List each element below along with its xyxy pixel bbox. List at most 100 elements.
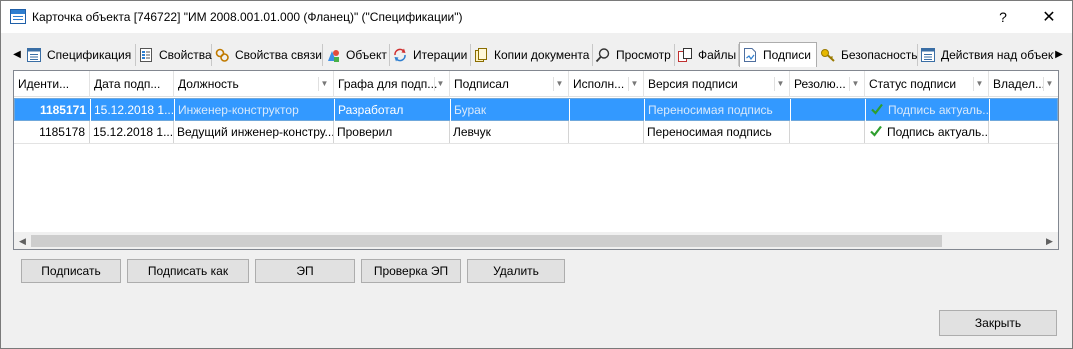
tab-strip: ◀ Спецификация Свойства Свойства связи О… <box>10 42 1064 67</box>
scroll-right-arrow-icon[interactable]: ▶ <box>1041 233 1058 250</box>
cell-executor <box>569 121 644 143</box>
tab-label: Копии документа <box>494 48 590 62</box>
sign-button[interactable]: Подписать <box>21 259 121 283</box>
sign-as-button[interactable]: Подписать как <box>127 259 249 283</box>
tab-object[interactable]: Объект <box>323 44 390 66</box>
table-row[interactable]: 1185178 15.12.2018 1... Ведущий инженер-… <box>14 121 1058 144</box>
filter-dropdown-icon[interactable]: ▼ <box>1043 77 1055 91</box>
cell-field: Разработал <box>335 99 451 121</box>
cell-status-text: Подпись актуаль... <box>887 125 989 139</box>
magnifier-icon <box>595 48 610 63</box>
filter-dropdown-icon[interactable]: ▼ <box>553 77 565 91</box>
column-header-position[interactable]: Должность ▼ <box>174 71 334 97</box>
filter-dropdown-icon[interactable]: ▼ <box>973 77 985 91</box>
column-header-label: Дата подп... <box>94 77 161 91</box>
column-header-label: Должность <box>178 77 239 91</box>
column-header-label: Иденти... <box>18 77 70 91</box>
column-header-label: Владел... <box>993 77 1045 91</box>
tab-preview[interactable]: Просмотр <box>593 44 675 66</box>
tab-label: Просмотр <box>616 48 671 62</box>
column-header-version[interactable]: Версия подписи ▼ <box>644 71 790 97</box>
tab-scroll-right-icon[interactable]: ▶ <box>1054 48 1064 62</box>
cell-resolution <box>791 99 866 121</box>
scroll-left-arrow-icon[interactable]: ◀ <box>14 233 31 250</box>
document-copies-icon <box>475 48 487 62</box>
column-header-field[interactable]: Графа для подп... ▼ <box>334 71 450 97</box>
tab-label: Действия над объект <box>941 48 1054 62</box>
horizontal-scrollbar[interactable]: ◀ ▶ <box>14 232 1058 249</box>
cell-status: Подпись актуаль... <box>865 121 989 143</box>
tab-label: Свойства связи <box>235 48 322 62</box>
check-icon <box>871 103 883 115</box>
column-header-date[interactable]: Дата подп... <box>90 71 174 97</box>
title-bar: Карточка объекта [746722] "ИМ 2008.001.0… <box>1 1 1072 33</box>
column-header-label: Резолю... <box>794 77 846 91</box>
tab-link-properties[interactable]: Свойства связи <box>212 44 323 66</box>
column-header-label: Подписал <box>454 77 509 91</box>
cell-owner <box>989 121 1058 143</box>
cell-position: Ведущий инженер-констру... <box>174 121 334 143</box>
cell-resolution <box>790 121 865 143</box>
object-icon <box>328 50 339 62</box>
cell-signer: Левчук <box>450 121 569 143</box>
filter-dropdown-icon[interactable]: ▼ <box>434 77 446 91</box>
iterations-icon <box>394 48 406 62</box>
column-header-id[interactable]: Иденти... <box>14 71 90 97</box>
tab-label: Файлы <box>698 48 737 62</box>
list-icon <box>27 48 41 62</box>
column-header-label: Графа для подп... <box>338 77 438 91</box>
files-icon <box>678 48 692 62</box>
grid-header: Иденти... Дата подп... Должность ▼ Графа… <box>14 71 1058 97</box>
column-header-owner[interactable]: Владел... ▼ <box>989 71 1058 97</box>
cell-executor <box>570 99 645 121</box>
signature-icon <box>744 48 756 62</box>
column-header-label: Версия подписи <box>648 77 738 91</box>
tab-label: Безопасность <box>841 48 918 62</box>
filter-dropdown-icon[interactable]: ▼ <box>628 77 640 91</box>
tab-document-copies[interactable]: Копии документа <box>471 44 593 66</box>
cell-position: Инженер-конструктор <box>175 99 335 121</box>
table-row[interactable]: 1185171 15.12.2018 1... Инженер-конструк… <box>14 98 1058 121</box>
tab-signatures[interactable]: Подписи <box>739 42 817 67</box>
tab-security[interactable]: Безопасность <box>818 44 918 66</box>
filter-dropdown-icon[interactable]: ▼ <box>774 77 786 91</box>
column-header-status[interactable]: Статус подписи ▼ <box>865 71 989 97</box>
tab-specification[interactable]: Спецификация <box>24 44 136 66</box>
tab-object-actions[interactable]: Действия над объект <box>918 44 1054 66</box>
filter-dropdown-icon[interactable]: ▼ <box>318 77 330 91</box>
cell-status-text: Подпись актуаль... <box>888 103 990 117</box>
column-header-executor[interactable]: Исполн... ▼ <box>569 71 644 97</box>
tab-iterations[interactable]: Итерации <box>390 44 471 66</box>
signatures-grid: Иденти... Дата подп... Должность ▼ Графа… <box>13 70 1059 250</box>
tab-label: Объект <box>346 48 387 62</box>
tab-label: Итерации <box>413 48 468 62</box>
column-header-label: Статус подписи <box>869 77 957 91</box>
cell-version: Переносимая подпись <box>644 121 790 143</box>
column-header-label: Исполн... <box>573 77 625 91</box>
cell-version: Переносимая подпись <box>645 99 791 121</box>
scrollbar-thumb[interactable] <box>31 235 942 247</box>
actions-icon <box>921 48 935 62</box>
help-button[interactable]: ? <box>980 1 1026 33</box>
cell-id: 1185178 <box>14 121 90 143</box>
tab-label: Свойства <box>159 48 212 62</box>
delete-button[interactable]: Удалить <box>467 259 565 283</box>
check-ep-button[interactable]: Проверка ЭП <box>361 259 461 283</box>
window-title: Карточка объекта [746722] "ИМ 2008.001.0… <box>32 10 463 24</box>
properties-icon <box>140 48 152 62</box>
cell-id: 1185171 <box>15 99 91 121</box>
cell-field: Проверил <box>334 121 450 143</box>
filter-dropdown-icon[interactable]: ▼ <box>849 77 861 91</box>
tab-properties[interactable]: Свойства <box>136 44 212 66</box>
column-header-resolution[interactable]: Резолю... ▼ <box>790 71 865 97</box>
cell-owner <box>990 99 1059 121</box>
column-header-signer[interactable]: Подписал ▼ <box>450 71 569 97</box>
close-button[interactable]: Закрыть <box>939 310 1057 336</box>
ep-button[interactable]: ЭП <box>255 259 355 283</box>
close-window-button[interactable]: ✕ <box>1026 1 1072 33</box>
tab-scroll-left-icon[interactable]: ◀ <box>12 48 22 62</box>
key-icon <box>821 49 835 62</box>
tab-files[interactable]: Файлы <box>675 44 739 66</box>
link-properties-icon <box>215 48 229 62</box>
tab-label: Подписи <box>763 48 811 62</box>
